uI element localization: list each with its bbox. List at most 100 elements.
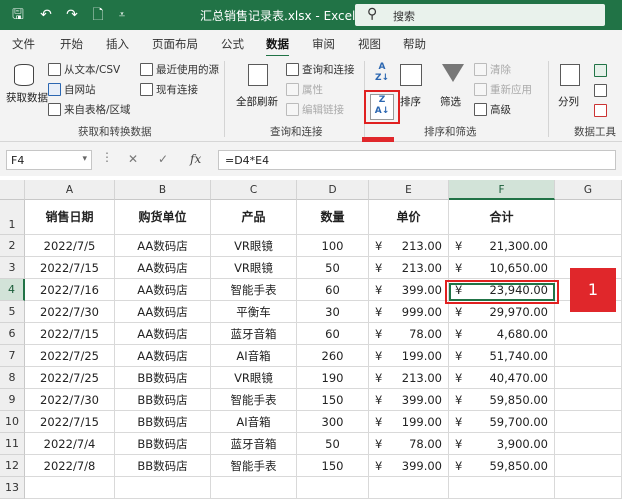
remove-duplicates-icon[interactable] [594, 84, 607, 97]
row-header-2[interactable]: 2 [0, 235, 25, 257]
row-header-11[interactable]: 11 [0, 433, 25, 455]
cell-f2[interactable]: ¥21,300.00 [449, 235, 555, 257]
tab-view[interactable]: 视图 [358, 36, 381, 52]
reapply-button[interactable]: 重新应用 [474, 82, 532, 97]
cell-g2[interactable] [555, 235, 622, 257]
cell-a5[interactable]: 2022/7/30 [25, 301, 115, 323]
customize-toolbar-icon[interactable]: ⩡ [112, 5, 132, 25]
tab-formulas[interactable]: 公式 [221, 36, 244, 52]
cell-d1[interactable]: 数量 [297, 200, 369, 235]
cell-g9[interactable] [555, 389, 622, 411]
cell-a11[interactable]: 2022/7/4 [25, 433, 115, 455]
row-header-12[interactable]: 12 [0, 455, 25, 477]
cell-e4[interactable]: ¥399.00 [369, 279, 449, 301]
cell-f7[interactable]: ¥51,740.00 [449, 345, 555, 367]
cell-b1[interactable]: 购货单位 [115, 200, 211, 235]
cell-f10[interactable]: ¥59,700.00 [449, 411, 555, 433]
cell-a1[interactable]: 销售日期 [25, 200, 115, 235]
formula-input[interactable]: =D4*E4 [218, 150, 616, 170]
edit-links-button[interactable]: 编辑链接 [286, 102, 344, 117]
cell-d5[interactable]: 30 [297, 301, 369, 323]
split-column-button[interactable]: 分列 [556, 62, 586, 120]
clear-button[interactable]: 清除 [474, 62, 511, 77]
cell-b2[interactable]: AA数码店 [115, 235, 211, 257]
cell-g8[interactable] [555, 367, 622, 389]
cell-b13[interactable] [115, 477, 211, 499]
cell-e12[interactable]: ¥399.00 [369, 455, 449, 477]
cell-c6[interactable]: 蓝牙音箱 [211, 323, 297, 345]
cell-a4[interactable]: 2022/7/16 [25, 279, 115, 301]
cell-g11[interactable] [555, 433, 622, 455]
cell-f11[interactable]: ¥3,900.00 [449, 433, 555, 455]
cell-a7[interactable]: 2022/7/25 [25, 345, 115, 367]
cell-b9[interactable]: BB数码店 [115, 389, 211, 411]
cell-e7[interactable]: ¥199.00 [369, 345, 449, 367]
cancel-formula-icon[interactable]: ✕ [128, 152, 138, 166]
cell-a6[interactable]: 2022/7/15 [25, 323, 115, 345]
tab-home[interactable]: 开始 [60, 36, 83, 52]
cell-d2[interactable]: 100 [297, 235, 369, 257]
cell-g12[interactable] [555, 455, 622, 477]
cell-d3[interactable]: 50 [297, 257, 369, 279]
cell-f6[interactable]: ¥4,680.00 [449, 323, 555, 345]
cell-d6[interactable]: 60 [297, 323, 369, 345]
insert-function-icon[interactable]: fx [190, 152, 201, 166]
cell-d7[interactable]: 260 [297, 345, 369, 367]
from-text-csv-button[interactable]: 从文本/CSV [48, 62, 120, 77]
name-box[interactable]: F4 ▾ [6, 150, 92, 170]
cell-e1[interactable]: 单价 [369, 200, 449, 235]
enter-formula-icon[interactable]: ✓ [158, 152, 168, 166]
cell-d8[interactable]: 190 [297, 367, 369, 389]
row-header-13[interactable]: 13 [0, 477, 25, 499]
cell-g10[interactable] [555, 411, 622, 433]
cell-c3[interactable]: VR眼镜 [211, 257, 297, 279]
cell-c12[interactable]: 智能手表 [211, 455, 297, 477]
tab-insert[interactable]: 插入 [106, 36, 129, 52]
get-data-button[interactable]: 获取数据 [6, 62, 48, 120]
select-all-corner[interactable] [0, 180, 25, 200]
column-header-b[interactable]: B [115, 180, 211, 200]
tab-data[interactable]: 数据 [266, 36, 289, 58]
properties-button[interactable]: 属性 [286, 82, 323, 97]
tab-review[interactable]: 审阅 [312, 36, 335, 52]
sort-button[interactable]: 排序 [398, 62, 426, 120]
row-header-6[interactable]: 6 [0, 323, 25, 345]
cell-g7[interactable] [555, 345, 622, 367]
cell-b5[interactable]: AA数码店 [115, 301, 211, 323]
data-validation-icon[interactable] [594, 104, 607, 117]
cell-f1[interactable]: 合计 [449, 200, 555, 235]
existing-connections-button[interactable]: 现有连接 [140, 82, 198, 97]
cell-g6[interactable] [555, 323, 622, 345]
row-header-5[interactable]: 5 [0, 301, 25, 323]
column-header-d[interactable]: D [297, 180, 369, 200]
cell-d12[interactable]: 150 [297, 455, 369, 477]
cell-c10[interactable]: AI音箱 [211, 411, 297, 433]
cell-e11[interactable]: ¥78.00 [369, 433, 449, 455]
row-header-7[interactable]: 7 [0, 345, 25, 367]
cell-e10[interactable]: ¥199.00 [369, 411, 449, 433]
queries-connections-button[interactable]: 查询和连接 [286, 62, 355, 77]
cell-e13[interactable] [369, 477, 449, 499]
new-file-icon[interactable]: 🗋 [88, 5, 108, 25]
cell-e5[interactable]: ¥999.00 [369, 301, 449, 323]
cell-c13[interactable] [211, 477, 297, 499]
cell-c7[interactable]: AI音箱 [211, 345, 297, 367]
cell-a8[interactable]: 2022/7/25 [25, 367, 115, 389]
cell-d10[interactable]: 300 [297, 411, 369, 433]
flash-fill-icon[interactable] [594, 64, 607, 77]
cell-e9[interactable]: ¥399.00 [369, 389, 449, 411]
save-icon[interactable]: 🖫 [8, 5, 28, 25]
search-box[interactable]: ⚲ 搜索 [355, 4, 605, 26]
row-header-4[interactable]: 4 [0, 279, 25, 301]
advanced-button[interactable]: 高级 [474, 102, 511, 117]
cell-d11[interactable]: 50 [297, 433, 369, 455]
cell-f13[interactable] [449, 477, 555, 499]
cell-c5[interactable]: 平衡车 [211, 301, 297, 323]
cell-b12[interactable]: BB数码店 [115, 455, 211, 477]
column-header-a[interactable]: A [25, 180, 115, 200]
cell-a3[interactable]: 2022/7/15 [25, 257, 115, 279]
cell-f9[interactable]: ¥59,850.00 [449, 389, 555, 411]
row-header-9[interactable]: 9 [0, 389, 25, 411]
cell-e6[interactable]: ¥78.00 [369, 323, 449, 345]
from-web-button[interactable]: 自网站 [48, 82, 96, 97]
